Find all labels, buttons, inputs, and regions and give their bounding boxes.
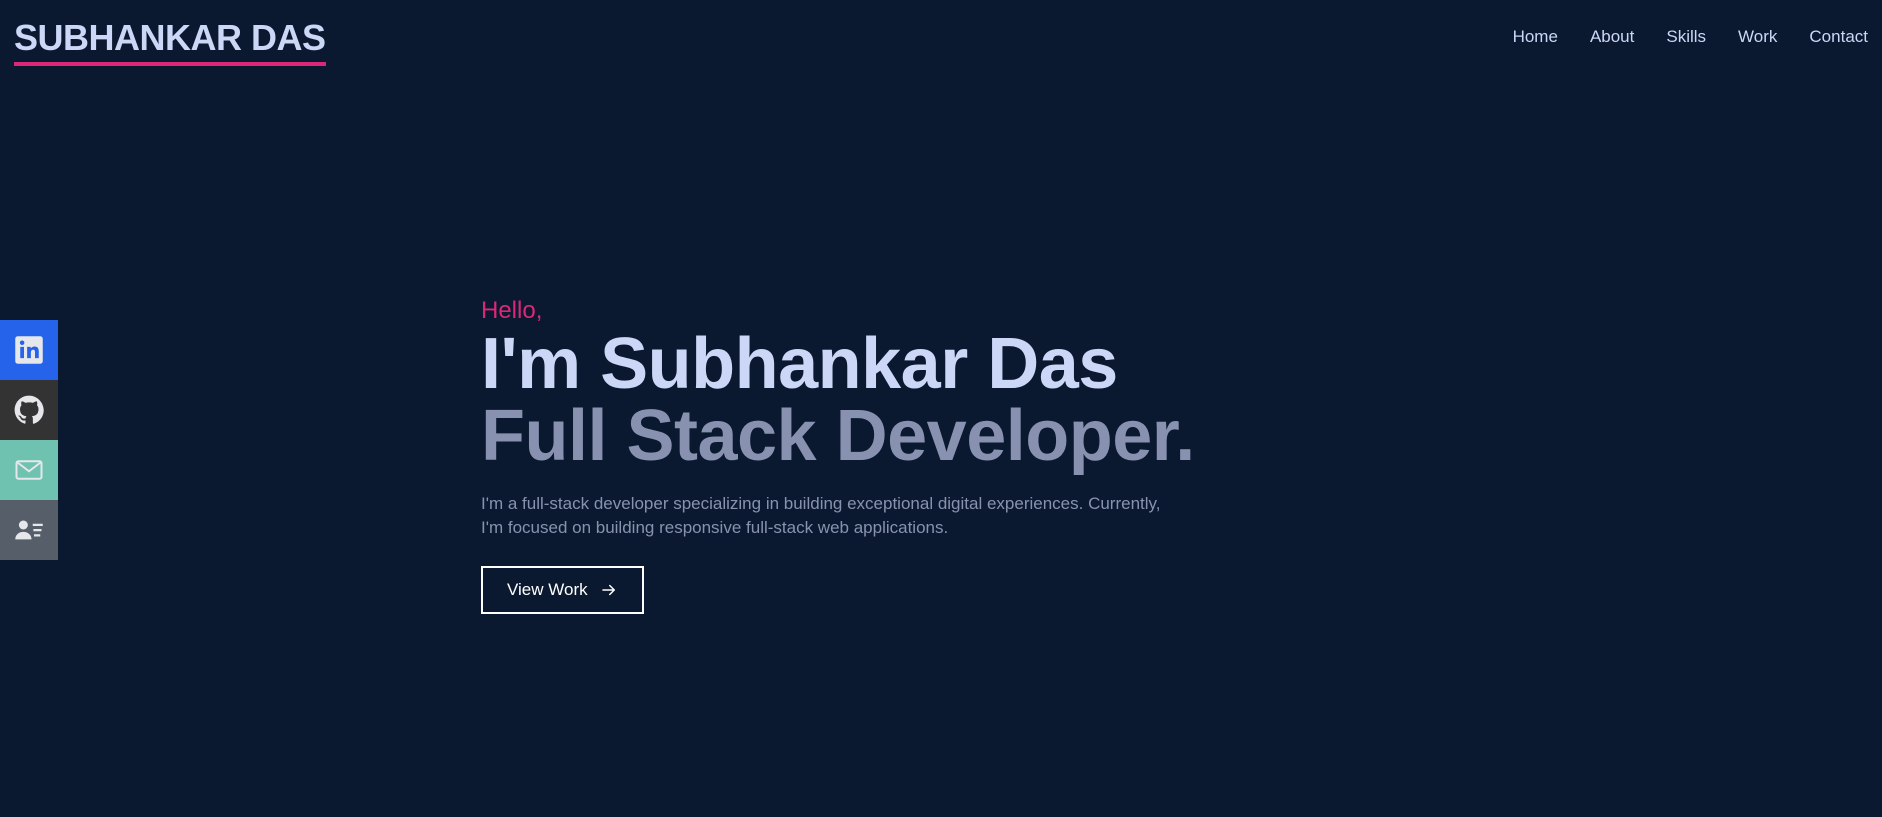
hero-name: I'm Subhankar Das: [481, 324, 1118, 404]
hero-section: Hello, I'm Subhankar Das Full Stack Deve…: [481, 296, 1241, 614]
arrow-right-icon: [601, 584, 615, 596]
resume-icon: [15, 520, 43, 540]
social-sidebar: [0, 320, 58, 560]
github-icon: [14, 395, 44, 424]
nav-home-link[interactable]: Home: [1513, 26, 1558, 48]
nav-contact-link[interactable]: Contact: [1809, 26, 1868, 48]
mail-link[interactable]: [0, 440, 58, 500]
resume-link[interactable]: [0, 500, 58, 560]
hero-role: Full Stack Developer.: [481, 396, 1195, 476]
main-nav: Home About Skills Work Contact: [1513, 26, 1868, 48]
view-work-button[interactable]: View Work: [481, 566, 644, 614]
mail-icon: [15, 460, 43, 480]
nav-about-link[interactable]: About: [1590, 26, 1634, 48]
page: SUBHANKAR DAS Home About Skills Work Con…: [0, 0, 1882, 817]
hero-greeting: Hello,: [481, 297, 543, 324]
site-logo[interactable]: SUBHANKAR DAS: [14, 16, 326, 66]
view-work-label: View Work: [507, 580, 588, 599]
linkedin-icon: [15, 336, 43, 364]
hero-description: I'm a full-stack developer specializing …: [481, 494, 1161, 537]
github-link[interactable]: [0, 380, 58, 440]
nav-work-link[interactable]: Work: [1738, 26, 1777, 48]
linkedin-link[interactable]: [0, 320, 58, 380]
nav-skills-link[interactable]: Skills: [1666, 26, 1706, 48]
